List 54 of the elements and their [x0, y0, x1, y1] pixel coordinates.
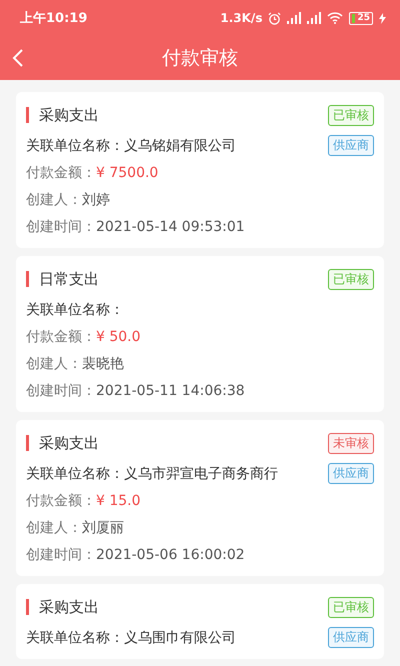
- field-label: 创建人：: [26, 518, 82, 536]
- status-tag: 已审核: [328, 596, 374, 618]
- field-label: 关联单位名称：: [26, 628, 124, 646]
- amount-value: ¥ 7500.0: [96, 164, 158, 180]
- field-label: 创建人：: [26, 190, 82, 208]
- field-value: 2021-05-06 16:00:02: [96, 546, 245, 562]
- field-value: 刘厦丽: [82, 518, 124, 536]
- field-value: 义乌市羿宣电子商务商行: [124, 464, 278, 482]
- supplier-tag: 供应商: [328, 627, 374, 648]
- record-card[interactable]: 采购支出 已审核 关联单位名称：义乌铭娟有限公司 供应商 付款金额：¥ 7500.0 创建人：刘婷 创建时间：2021-05-14 09:53:01: [16, 92, 384, 248]
- supplier-tag: 供应商: [328, 463, 374, 484]
- charging-icon: [379, 12, 386, 24]
- field-label: 关联单位名称：: [26, 300, 124, 318]
- category-title: 采购支出: [39, 598, 99, 616]
- record-card[interactable]: 采购支出 未审核 关联单位名称：义乌市羿宣电子商务商行 供应商 付款金额：¥ 15.0 创建人：刘厦丽 创建时间：2021-05-06 16:00:02: [16, 420, 384, 576]
- accent-bar: [26, 271, 29, 287]
- field-label: 创建时间：: [26, 218, 96, 236]
- amount-value: ¥ 15.0: [96, 492, 141, 508]
- field-label: 关联单位名称：: [26, 136, 124, 154]
- field-label: 关联单位名称：: [26, 464, 124, 482]
- category-title: 采购支出: [39, 434, 99, 452]
- field-value: 义乌铭娟有限公司: [124, 136, 236, 154]
- accent-bar: [26, 599, 29, 615]
- battery-indicator: 25: [349, 12, 373, 24]
- accent-bar: [26, 435, 29, 451]
- field-value: 裴晓艳: [82, 354, 124, 372]
- supplier-tag: 供应商: [328, 135, 374, 156]
- field-label: 创建时间：: [26, 546, 96, 564]
- record-card[interactable]: 采购支出 已审核 关联单位名称：义乌围巾有限公司 供应商: [16, 584, 384, 659]
- signal-icon: [307, 12, 322, 24]
- amount-value: ¥ 50.0: [96, 328, 141, 344]
- status-tag: 已审核: [328, 268, 374, 290]
- page-title: 付款审核: [162, 46, 238, 71]
- back-icon[interactable]: [12, 49, 24, 67]
- field-label: 付款金额：: [26, 328, 96, 346]
- category-title: 采购支出: [39, 106, 99, 124]
- field-label: 付款金额：: [26, 164, 96, 182]
- record-card[interactable]: 日常支出 已审核 关联单位名称： 付款金额：¥ 50.0 创建人：裴晓艳 创建时间：2021-05-11 14:06:38: [16, 256, 384, 412]
- alarm-icon: [268, 12, 282, 24]
- field-label: 付款金额：: [26, 492, 96, 510]
- category-title: 日常支出: [39, 270, 99, 288]
- field-value: 2021-05-11 14:06:38: [96, 382, 245, 398]
- clock-time: 上午10:19: [20, 10, 88, 27]
- field-label: 创建时间：: [26, 382, 96, 400]
- accent-bar: [26, 107, 29, 123]
- status-tag: 已审核: [328, 104, 374, 126]
- field-label: 创建人：: [26, 354, 82, 372]
- status-tag: 未审核: [328, 432, 374, 454]
- field-value: 刘婷: [82, 190, 110, 208]
- signal-icon: [287, 12, 302, 24]
- wifi-icon: [327, 12, 344, 24]
- field-value: 2021-05-14 09:53:01: [96, 218, 245, 234]
- field-value: 义乌围巾有限公司: [124, 628, 236, 646]
- network-speed: 1.3K/s: [220, 11, 262, 25]
